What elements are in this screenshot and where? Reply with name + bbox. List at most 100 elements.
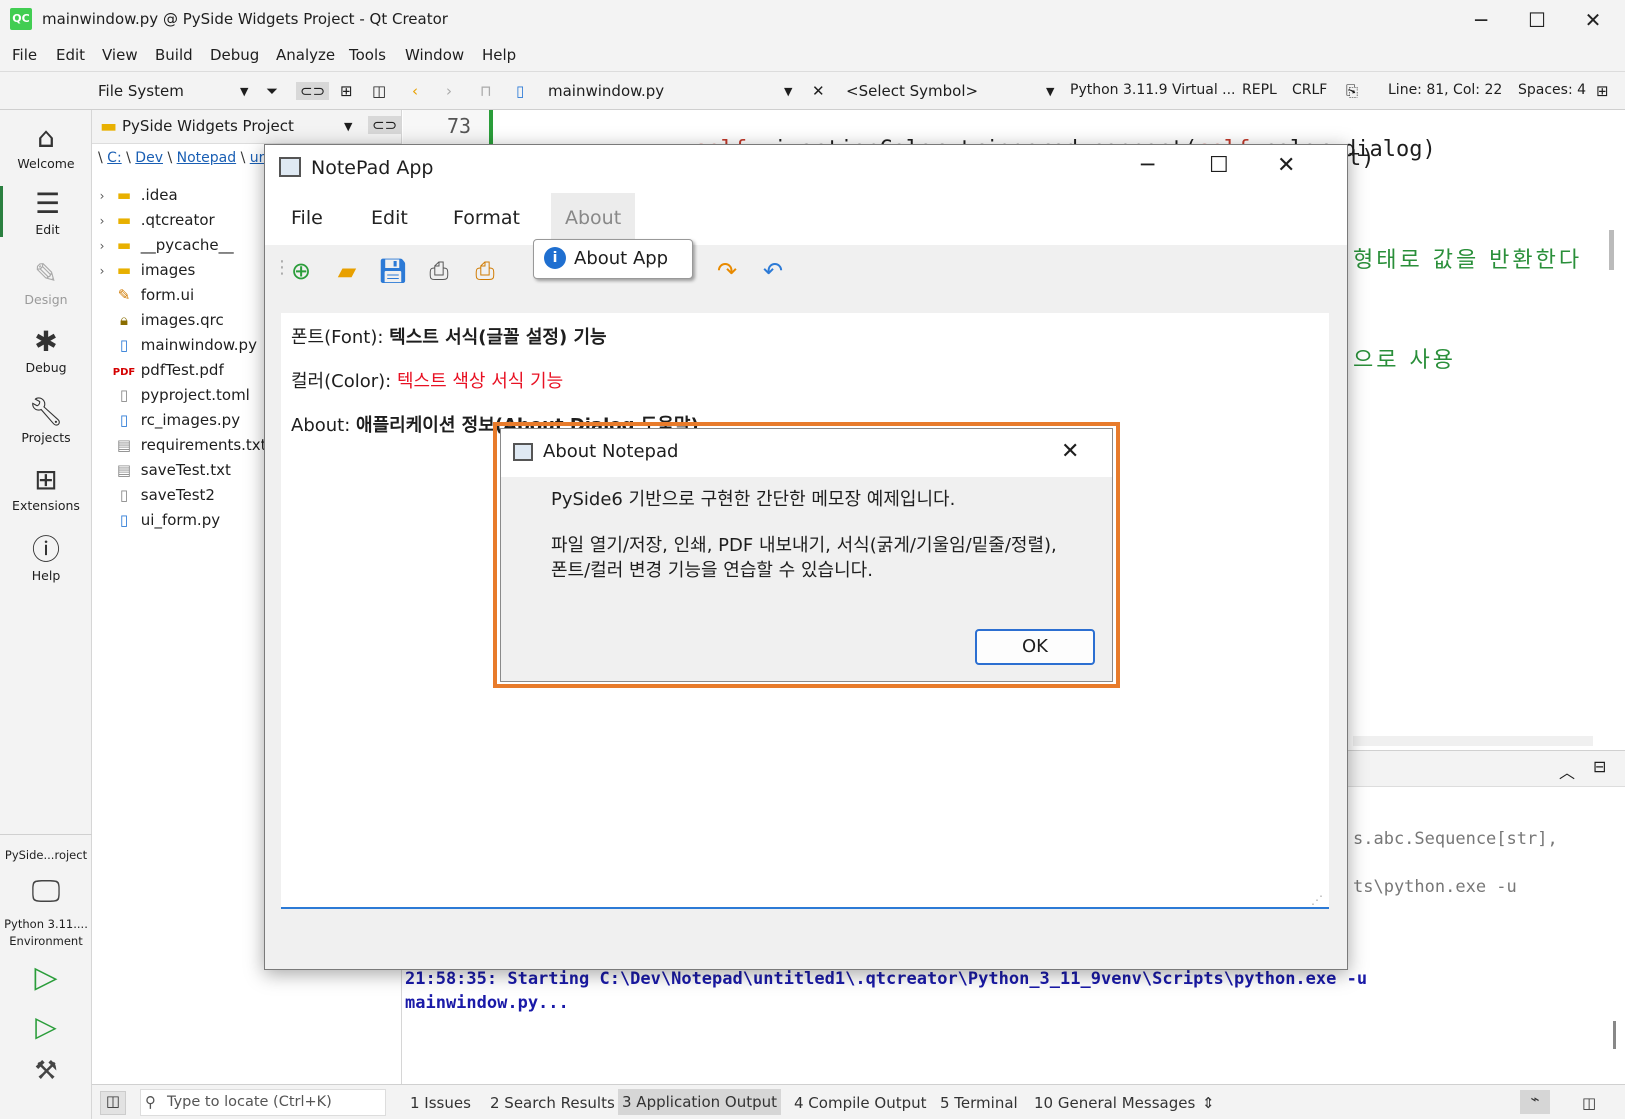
more-tabs-icon[interactable]: ⇕ [1202, 1094, 1215, 1112]
build-hammer-icon[interactable]: ⚒ [0, 1056, 92, 1086]
close-document-icon[interactable]: ✕ [812, 82, 825, 100]
tab-application-output[interactable]: 3 Application Output [618, 1089, 781, 1115]
tree-item-idea[interactable]: › ▬ .idea [92, 186, 178, 211]
open-folder-icon[interactable]: ▰ [331, 255, 363, 287]
notepad-menu-file[interactable]: File [291, 207, 323, 229]
navigation-view-select[interactable]: File System [98, 82, 184, 100]
tab-general-messages[interactable]: 10 General Messages [1034, 1094, 1195, 1112]
tree-item-ui-form-py[interactable]: ▯ ui_form.py [92, 511, 220, 536]
tree-item-form-ui[interactable]: ✎ form.ui [92, 286, 195, 311]
tree-item-rc-images-py[interactable]: ▯ rc_images.py [92, 411, 240, 436]
chevron-right-icon[interactable]: › [92, 239, 112, 253]
breadcrumb-untitled[interactable]: ur [250, 150, 264, 166]
toggle-right-sidebar-icon[interactable]: ◫ [1582, 1094, 1596, 1112]
tree-item-mainwindow-py[interactable]: ▯ mainwindow.py [92, 336, 257, 361]
filter-icon[interactable]: ⏷ [266, 82, 278, 100]
tree-item-pyproject-toml[interactable]: ▯ pyproject.toml [92, 386, 250, 411]
project-name[interactable]: PySide Widgets Project [122, 117, 294, 135]
save-icon[interactable]: 💾︎ [377, 255, 409, 287]
resize-grip-icon[interactable]: ⋰ [1311, 893, 1323, 907]
mode-help[interactable]: ⓘ Help [0, 532, 92, 583]
back-icon[interactable]: ‹ [412, 82, 418, 100]
menu-view[interactable]: View [102, 46, 138, 64]
maximize-panel-icon[interactable]: ︿ [1559, 759, 1575, 783]
mode-welcome[interactable]: ⌂ Welcome [0, 120, 92, 171]
redo-icon[interactable]: ↷ [711, 255, 743, 287]
line-ending-select[interactable]: CRLF [1292, 82, 1327, 98]
mode-design[interactable]: ✎ Design [0, 256, 92, 307]
new-file-icon[interactable]: ⊕ [285, 255, 317, 287]
tab-compile-output[interactable]: 4 Compile Output [794, 1094, 927, 1112]
menu-build[interactable]: Build [155, 46, 193, 64]
kit-selector[interactable]: Python 3.11.... Environment [0, 916, 92, 950]
tab-search-results[interactable]: 2 Search Results [490, 1094, 615, 1112]
repl-button[interactable]: REPL [1242, 82, 1277, 98]
symbol-select[interactable]: <Select Symbol> [846, 82, 978, 100]
dialog-close-button[interactable]: ✕ [1061, 439, 1079, 464]
notepad-menu-about[interactable]: About [551, 193, 636, 241]
tree-item-images-qrc[interactable]: 🔒︎ images.qrc [92, 311, 224, 336]
tree-item-savetest-txt[interactable]: ▤ saveTest.txt [92, 461, 231, 486]
output-scrollbar[interactable] [1613, 1021, 1616, 1049]
toggle-sidebar-icon[interactable]: ◫ [100, 1091, 126, 1115]
export-pdf-icon[interactable]: ⎙ [469, 255, 501, 287]
close-button[interactable]: ✕ [1565, 0, 1621, 40]
ok-button[interactable]: OK [975, 629, 1095, 665]
monitor-icon[interactable]: 🖵︎ [0, 874, 92, 909]
open-document-select[interactable]: mainwindow.py [548, 82, 664, 100]
breadcrumb-dev[interactable]: Dev [135, 150, 163, 166]
tree-item-qtcreator[interactable]: › ▬ .qtcreator [92, 211, 215, 236]
forward-icon[interactable]: › [446, 82, 452, 100]
tree-item-savetest2[interactable]: ▯ saveTest2 [92, 486, 215, 511]
undo-icon[interactable]: ↶ [757, 255, 789, 287]
run-icon[interactable]: ▷ [0, 960, 92, 995]
encoding-icon[interactable]: ⎘ [1346, 82, 1358, 100]
breadcrumb-notepad[interactable]: Notepad [177, 150, 237, 166]
close-button[interactable]: ✕ [1277, 153, 1295, 178]
chevron-down-icon[interactable]: ▼ [784, 85, 792, 98]
link-icon[interactable]: ⊂⊃ [296, 82, 330, 100]
mode-edit[interactable]: ☰ Edit [0, 186, 92, 237]
chevron-down-icon[interactable]: ▼ [1046, 85, 1054, 98]
notepad-menu-edit[interactable]: Edit [371, 207, 408, 229]
vertical-scrollbar[interactable] [1609, 230, 1614, 270]
chevron-right-icon[interactable]: › [92, 214, 112, 228]
progress-details-icon[interactable]: ⌁ [1520, 1090, 1550, 1114]
close-sidebar-icon[interactable]: ◫ [372, 82, 386, 100]
maximize-button[interactable]: ☐ [1209, 153, 1229, 178]
indentation-select[interactable]: Spaces: 4 [1518, 82, 1586, 98]
tab-issues[interactable]: 1 Issues [410, 1094, 471, 1112]
link-icon[interactable]: ⊂⊃ [368, 116, 402, 134]
menu-edit[interactable]: Edit [56, 46, 85, 64]
close-panel-icon[interactable]: ⊟ [1593, 757, 1606, 776]
tree-item-pdftest-pdf[interactable]: PDF pdfTest.pdf [92, 361, 224, 386]
mode-debug[interactable]: ✱ Debug [0, 324, 92, 375]
menu-tools[interactable]: Tools [349, 46, 386, 64]
tab-terminal[interactable]: 5 Terminal [940, 1094, 1018, 1112]
tree-item-pycache[interactable]: › ▬ __pycache__ [92, 236, 234, 261]
horizontal-scrollbar[interactable] [1353, 736, 1593, 746]
cursor-position[interactable]: Line: 81, Col: 22 [1388, 82, 1502, 98]
debug-run-icon[interactable]: ▷ [0, 1010, 92, 1043]
menu-analyze[interactable]: Analyze [276, 46, 335, 64]
minimize-button[interactable]: ─ [1141, 153, 1154, 178]
mode-projects[interactable]: 🔧︎ Projects [0, 394, 92, 445]
tree-item-requirements-txt[interactable]: ▤ requirements.txt [92, 436, 267, 461]
chevron-right-icon[interactable]: › [92, 189, 112, 203]
menu-file[interactable]: File [12, 46, 37, 64]
notepad-menu-format[interactable]: Format [453, 207, 520, 229]
tree-item-images[interactable]: › ▬ images [92, 261, 196, 286]
project-selector[interactable]: PySide...roject [0, 848, 92, 862]
chevron-right-icon[interactable]: › [92, 264, 112, 278]
menu-debug[interactable]: Debug [210, 46, 259, 64]
minimize-button[interactable]: ─ [1453, 0, 1509, 40]
print-icon[interactable]: ⎙ [423, 255, 455, 287]
chevron-down-icon[interactable]: ▼ [240, 85, 248, 98]
split-editor-icon[interactable]: ⊞ [1596, 82, 1609, 100]
breadcrumb-c[interactable]: C: [107, 150, 122, 166]
menu-window[interactable]: Window [405, 46, 464, 64]
maximize-button[interactable]: ☐ [1509, 0, 1565, 40]
add-split-icon[interactable]: ⊞ [340, 82, 353, 100]
chevron-down-icon[interactable]: ▼ [344, 120, 352, 133]
mode-extensions[interactable]: ⊞ Extensions [0, 462, 92, 513]
